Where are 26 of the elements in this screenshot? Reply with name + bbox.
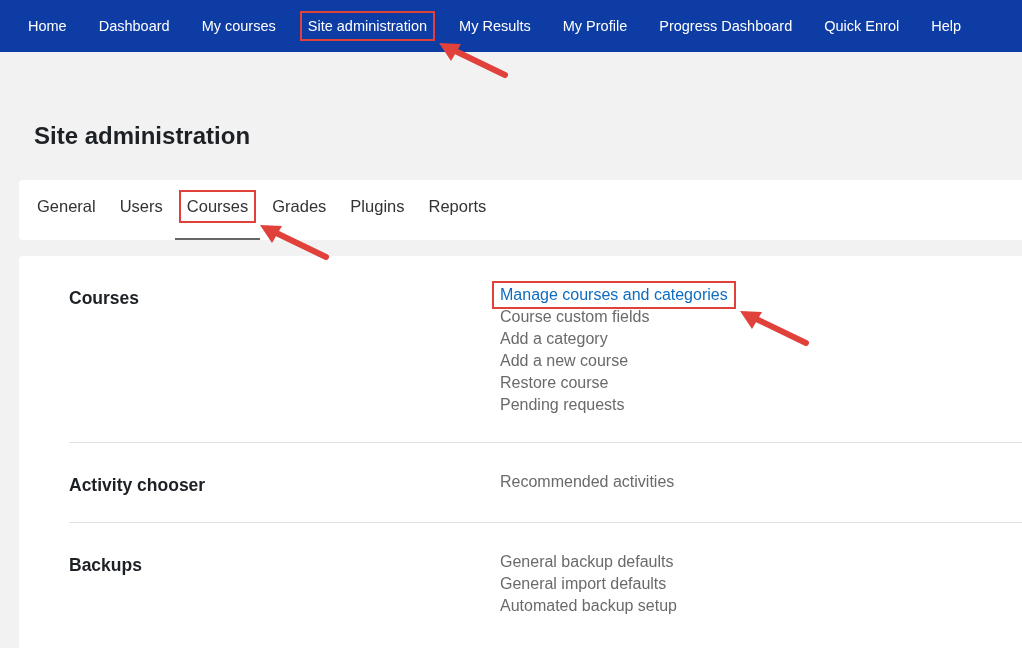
tab[interactable]: Grades: [260, 180, 339, 240]
tab[interactable]: Plugins: [338, 180, 417, 240]
tab-label: Reports: [427, 195, 488, 217]
tab[interactable]: Users: [107, 180, 175, 240]
section-heading: Activity chooser: [69, 474, 207, 496]
arrow-icon: [437, 41, 510, 79]
nav-link[interactable]: My Profile: [554, 11, 636, 41]
tab[interactable]: General: [25, 180, 108, 240]
tab-label: Plugins: [349, 195, 406, 217]
nav-link[interactable]: Progress Dashboard: [651, 11, 801, 41]
section-heading: Backups: [69, 554, 143, 577]
tab-label: Users: [118, 195, 164, 217]
arrow-icon: [737, 309, 810, 347]
nav-link[interactable]: Help: [923, 11, 969, 41]
nav-link[interactable]: Quick Enrol: [816, 11, 908, 41]
nav-link[interactable]: My Results: [451, 11, 539, 41]
tab-label: General: [36, 195, 97, 217]
settings-link[interactable]: Recommended activities: [492, 468, 683, 496]
nav-link[interactable]: Home: [20, 11, 75, 41]
tab-label: Grades: [271, 195, 328, 217]
section-heading: Courses: [69, 287, 141, 310]
nav-link[interactable]: Dashboard: [90, 11, 178, 41]
page-title: Site administration: [34, 122, 251, 150]
arrow-icon: [258, 222, 331, 261]
nav-link[interactable]: My courses: [193, 11, 284, 41]
tab[interactable]: Reports: [416, 180, 499, 240]
